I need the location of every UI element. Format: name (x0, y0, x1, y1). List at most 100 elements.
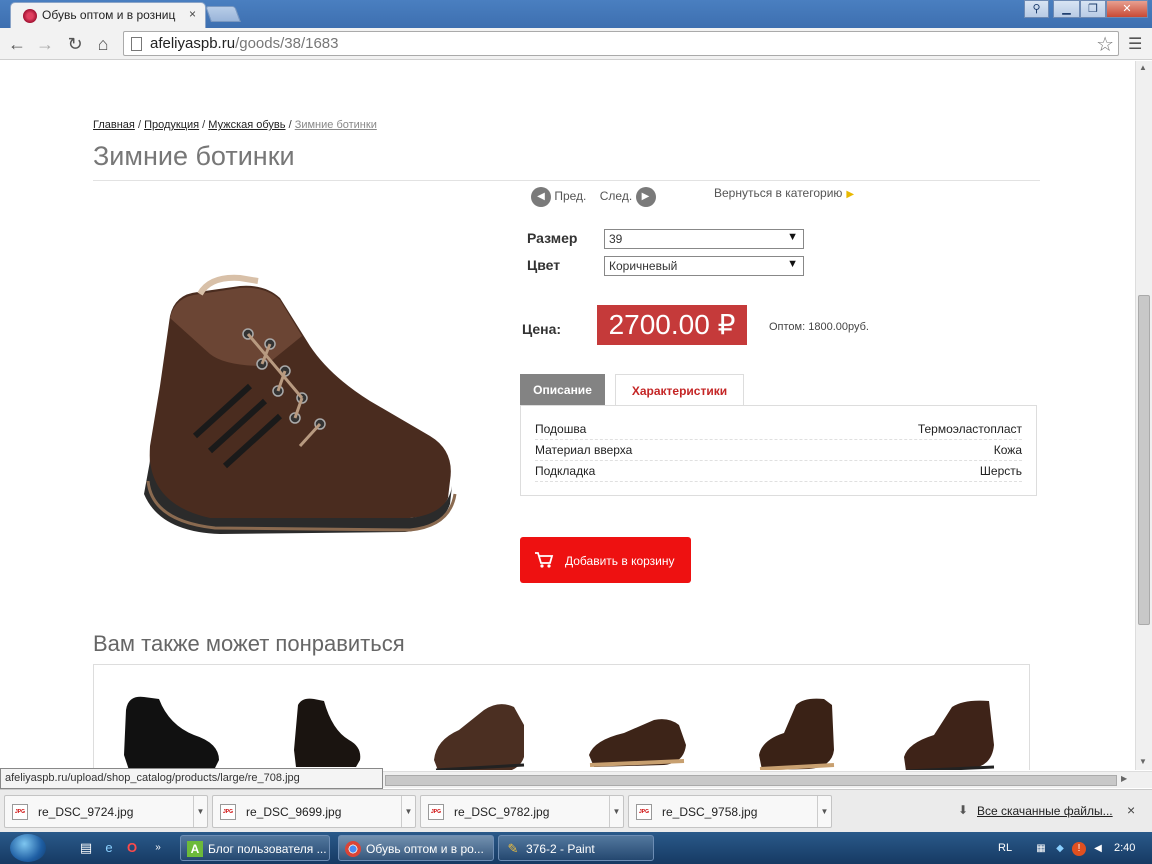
explorer-icon[interactable]: ▤ (78, 840, 94, 856)
site-favicon-icon (23, 9, 37, 23)
opera-icon[interactable]: O (124, 840, 140, 856)
browser-menu-icon[interactable]: ☰ (1128, 34, 1142, 54)
jpg-file-icon: JPG (220, 804, 236, 820)
tab-close-icon[interactable]: × (189, 7, 196, 21)
page-title: Зимние ботинки (93, 141, 295, 171)
related-product-image[interactable] (744, 685, 854, 770)
scroll-up-icon[interactable]: ▲ (1139, 63, 1147, 72)
dropdown-arrow-icon: ▼ (787, 231, 798, 243)
quicklaunch-more-icon[interactable]: » (150, 840, 166, 856)
start-button[interactable] (10, 834, 46, 862)
downloads-shelf: JPG re_DSC_9724.jpg ▼ JPG re_DSC_9699.jp… (0, 789, 1152, 832)
characteristics-panel: Подошва Термоэластопласт Материал вверха… (520, 405, 1037, 496)
windows-taskbar: ▤ e O » A Блог пользователя ... Обувь оп… (0, 832, 1152, 864)
task-paint[interactable]: ✎ 376-2 - Paint (498, 835, 654, 861)
browser-toolbar: ← → ↻ ⌂ afeliyaspb.ru/goods/38/1683 ☆ ☰ (0, 28, 1152, 60)
close-icon[interactable]: × (1127, 802, 1135, 818)
ie-icon[interactable]: e (101, 840, 117, 856)
arrow-right-icon: ▶ (846, 189, 855, 200)
task-chrome[interactable]: Обувь оптом и в ро... (338, 835, 494, 861)
related-product-image[interactable] (114, 685, 224, 770)
characteristic-row: Подошва Термоэластопласт (535, 419, 1022, 440)
bookmark-star-icon[interactable]: ☆ (1096, 32, 1114, 57)
color-select[interactable]: Коричневый ▼ (604, 256, 804, 276)
breadcrumb-home[interactable]: Главная (93, 119, 135, 131)
characteristic-row: Подкладка Шерсть (535, 461, 1022, 482)
page-icon (131, 37, 142, 51)
user-profile-button[interactable]: ⚲ (1024, 0, 1049, 18)
url-text: afeliyaspb.ru/goods/38/1683 (150, 35, 339, 52)
breadcrumb-current[interactable]: Зимние ботинки (295, 119, 377, 131)
vertical-scroll-thumb[interactable] (1138, 295, 1150, 625)
download-item[interactable]: JPG re_DSC_9782.jpg ▼ (420, 795, 624, 828)
related-title: Вам также может понравиться (93, 631, 405, 656)
download-item[interactable]: JPG re_DSC_9724.jpg ▼ (4, 795, 208, 828)
clock[interactable]: 2:40 (1114, 842, 1135, 854)
paint-icon: ✎ (507, 841, 519, 856)
scroll-down-icon[interactable]: ▼ (1139, 757, 1147, 766)
close-window-button[interactable]: ✕ (1106, 0, 1148, 18)
tab-characteristics[interactable]: Характеристики (615, 374, 744, 407)
add-to-cart-button[interactable]: Добавить в корзину (520, 537, 691, 583)
product-image[interactable] (130, 236, 460, 536)
breadcrumb-products[interactable]: Продукция (144, 119, 199, 131)
horizontal-scroll-thumb[interactable] (385, 775, 1117, 786)
characteristic-row: Материал вверха Кожа (535, 440, 1022, 461)
vertical-scrollbar[interactable]: ▲ ▼ (1135, 61, 1152, 770)
forward-arrow-icon[interactable]: → (34, 33, 56, 55)
chevron-down-icon[interactable]: ▼ (401, 796, 415, 827)
status-bar-url: afeliyaspb.ru/upload/shop_catalog/produc… (0, 768, 383, 789)
browser-tab[interactable]: Обувь оптом и в розниц × (10, 2, 206, 28)
product-navigation: ◀ Пред. След. ▶ (531, 187, 656, 207)
size-label: Размер (527, 230, 578, 246)
maximize-button[interactable]: ❐ (1080, 0, 1106, 18)
wholesale-price: Оптом: 1800.00руб. (769, 321, 869, 333)
cart-icon (535, 552, 554, 568)
tray-app-icon[interactable]: ◆ (1053, 842, 1067, 856)
download-item[interactable]: JPG re_DSC_9758.jpg ▼ (628, 795, 832, 828)
jpg-file-icon: JPG (636, 804, 652, 820)
back-to-category-link[interactable]: Вернуться в категорию ▶ (714, 186, 854, 200)
chrome-icon (345, 841, 361, 857)
dropdown-arrow-icon: ▼ (787, 258, 798, 270)
warning-icon[interactable]: ! (1072, 842, 1086, 856)
home-icon[interactable]: ⌂ (92, 33, 114, 55)
window-titlebar: Обувь оптом и в розниц × ⚲ ▁ ❐ ✕ (0, 0, 1152, 28)
related-product-image[interactable] (274, 685, 384, 770)
reload-icon[interactable]: ↻ (64, 33, 86, 55)
price-label: Цена: (522, 321, 562, 337)
minimize-button[interactable]: ▁ (1053, 0, 1080, 18)
new-tab-button[interactable] (205, 6, 241, 22)
tab-description[interactable]: Описание (520, 374, 605, 406)
related-products (93, 664, 1030, 770)
prev-label[interactable]: Пред. (554, 189, 586, 203)
network-icon[interactable]: ▦ (1034, 842, 1048, 856)
size-select[interactable]: 39 ▼ (604, 229, 804, 249)
related-product-image[interactable] (424, 685, 534, 770)
horizontal-scrollbar[interactable]: ▶ (383, 771, 1152, 788)
breadcrumb-mens-shoes[interactable]: Мужская обувь (208, 119, 285, 131)
keyboard-language[interactable]: RL (998, 842, 1012, 854)
next-arrow-icon[interactable]: ▶ (635, 187, 656, 207)
related-product-image[interactable] (894, 685, 1004, 770)
chevron-down-icon[interactable]: ▼ (817, 796, 831, 827)
download-arrow-icon: ⬇ (958, 803, 969, 817)
page-viewport: Главная / Продукция / Мужская обувь / Зи… (0, 61, 1135, 770)
chevron-down-icon[interactable]: ▼ (193, 796, 207, 827)
related-product-image[interactable] (584, 685, 694, 770)
jpg-file-icon: JPG (12, 804, 28, 820)
all-downloads-link[interactable]: Все скачанные файлы... (977, 804, 1113, 818)
back-arrow-icon[interactable]: ← (6, 33, 28, 55)
color-label: Цвет (527, 257, 561, 273)
app-a-icon: A (187, 841, 203, 857)
chevron-down-icon[interactable]: ▼ (609, 796, 623, 827)
scroll-right-icon[interactable]: ▶ (1121, 774, 1127, 783)
task-blog[interactable]: A Блог пользователя ... (180, 835, 330, 861)
jpg-file-icon: JPG (428, 804, 444, 820)
address-bar[interactable]: afeliyaspb.ru/goods/38/1683 ☆ (123, 31, 1119, 56)
prev-arrow-icon[interactable]: ◀ (531, 187, 551, 207)
volume-icon[interactable]: ◀ (1091, 842, 1105, 856)
download-item[interactable]: JPG re_DSC_9699.jpg ▼ (212, 795, 416, 828)
next-label[interactable]: След. (600, 189, 632, 203)
breadcrumb: Главная / Продукция / Мужская обувь / Зи… (93, 119, 377, 131)
